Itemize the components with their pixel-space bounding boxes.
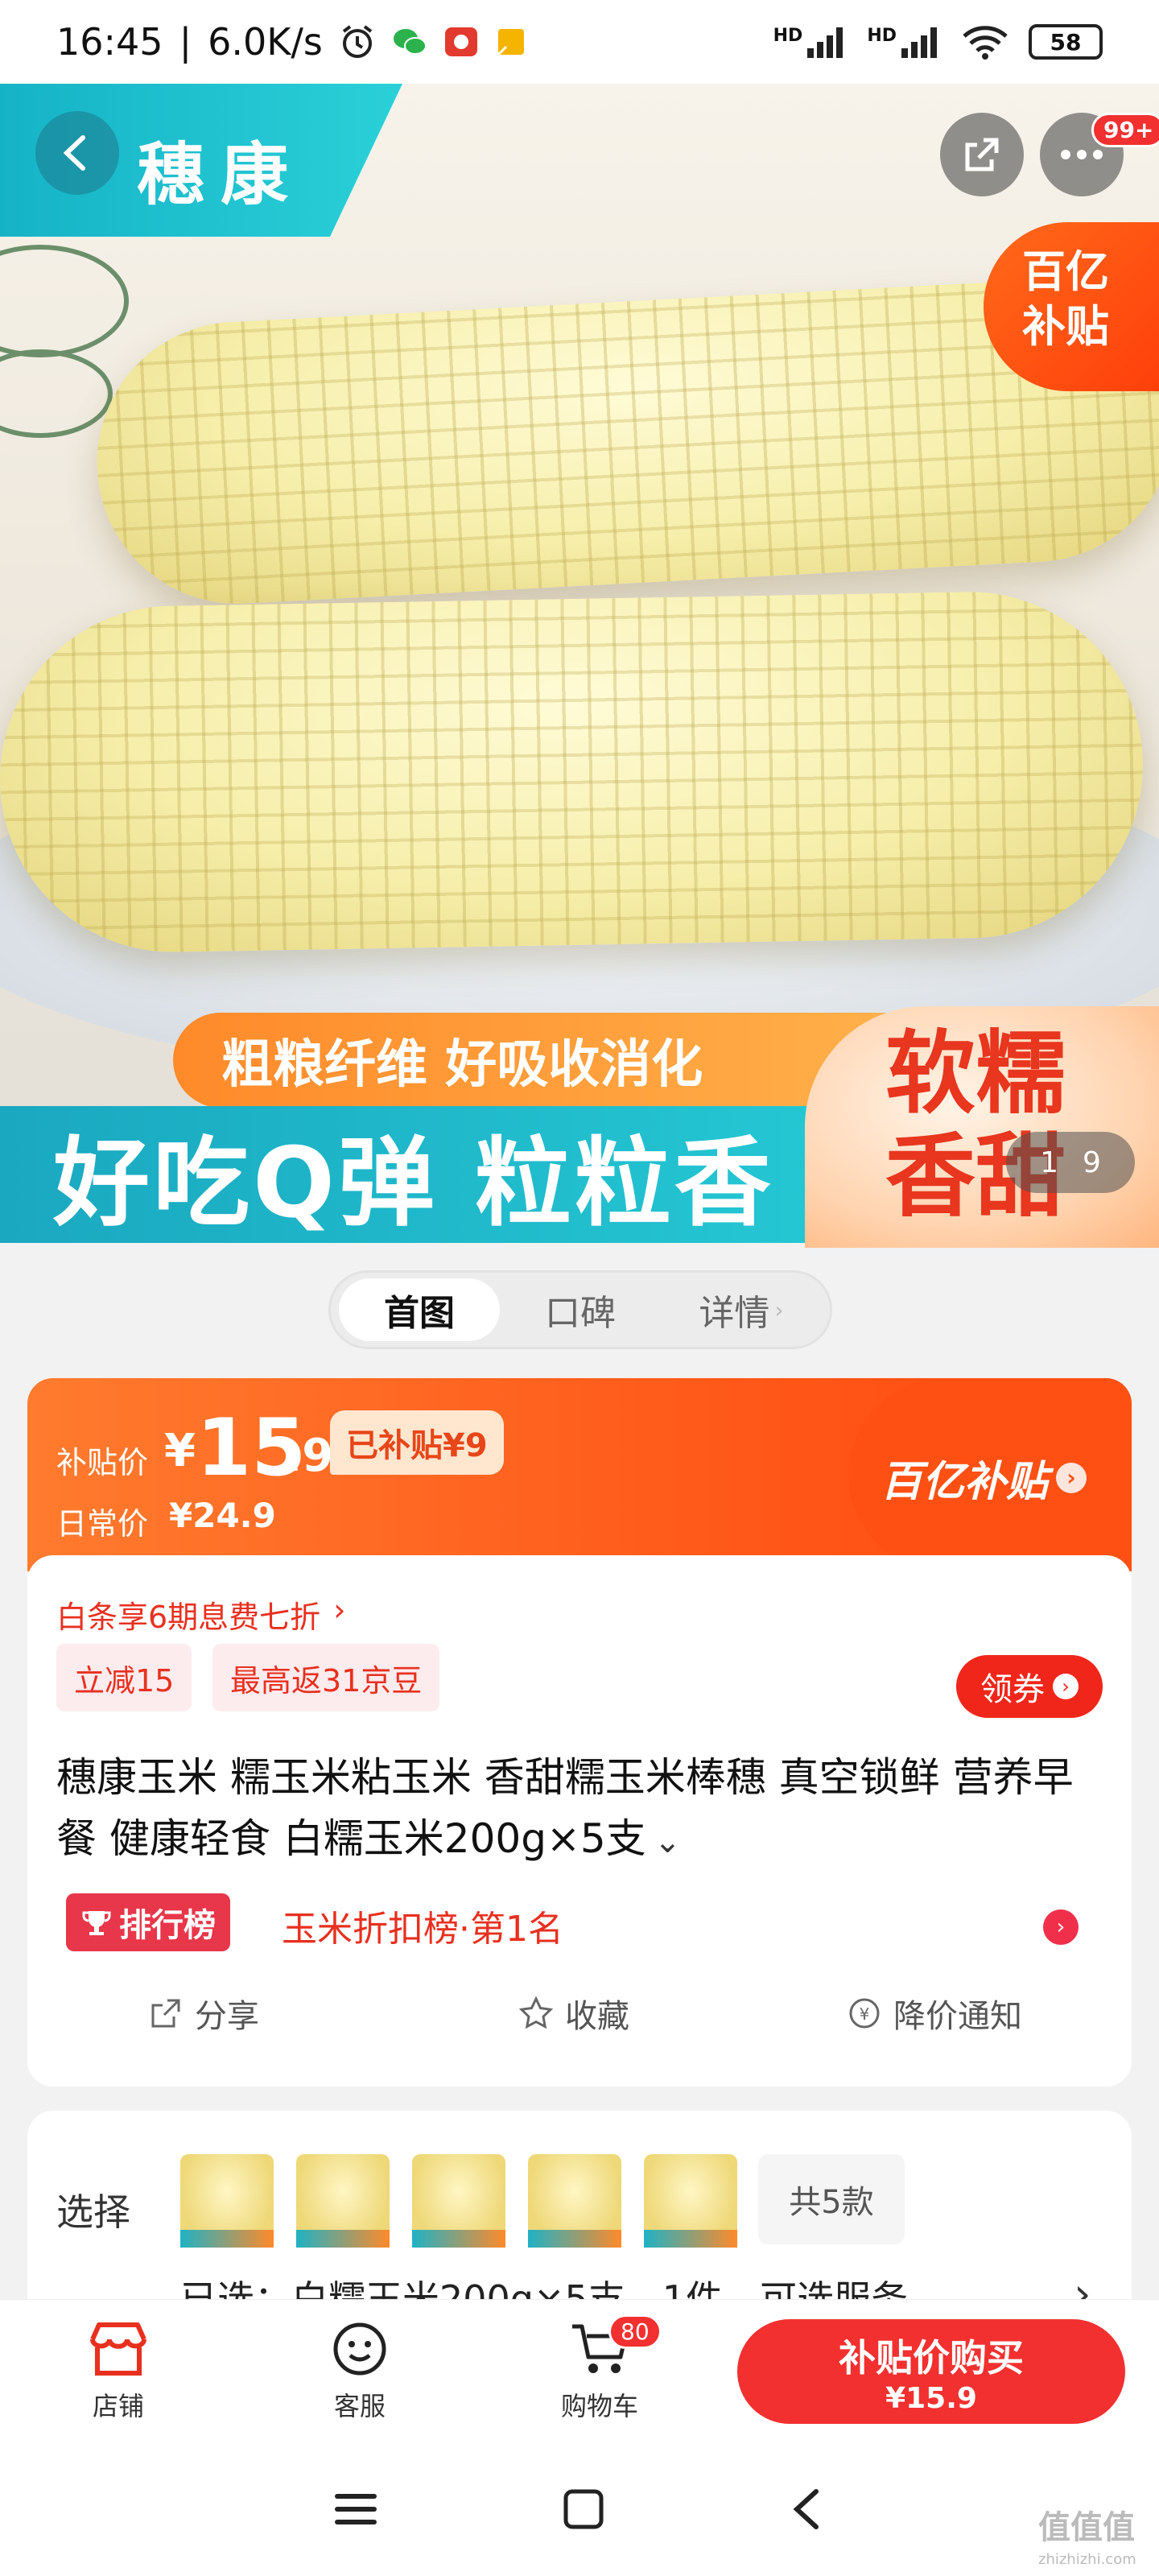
variant-thumbnail[interactable] bbox=[528, 2154, 621, 2248]
chevron-down-icon: ⌄ bbox=[654, 1823, 682, 1860]
wifi-icon bbox=[963, 26, 1008, 60]
product-title[interactable]: 穗康玉米 糯玉米粘玉米 香甜糯玉米棒穗 真空锁鲜 营养早餐 健康轻食 白糯玉米2… bbox=[56, 1747, 1111, 1872]
chevron-right-icon: › bbox=[1056, 1462, 1087, 1493]
chevron-right-icon: › bbox=[774, 1296, 784, 1323]
regular-price-label: 日常价 bbox=[56, 1506, 149, 1542]
signal-hd-1: HD bbox=[773, 26, 848, 58]
status-bar: 16:45 | 6.0K/s HD HD 58 bbox=[0, 0, 1159, 84]
back-button[interactable] bbox=[35, 111, 119, 195]
customer-service-button[interactable]: 客服 bbox=[291, 2300, 428, 2443]
get-coupon-button[interactable]: 领券 › bbox=[956, 1655, 1103, 1718]
back-arrow-icon bbox=[63, 135, 85, 171]
price-card: 补贴价 ¥ 15 .9 已补贴¥9 日常价 ¥24.9 百亿补贴 › 白条享6期… bbox=[27, 1378, 1132, 2087]
store-button[interactable]: 店铺 bbox=[50, 2300, 187, 2443]
regular-price: ¥24.9 bbox=[169, 1496, 276, 1535]
jingdou-chip: 最高返31京豆 bbox=[212, 1644, 440, 1711]
share-button[interactable] bbox=[940, 113, 1024, 196]
divider: | bbox=[179, 20, 192, 64]
favorite-action[interactable]: 收藏 bbox=[518, 1990, 629, 2037]
system-navigation-bar bbox=[0, 2442, 1159, 2576]
share-icon bbox=[151, 1999, 180, 2028]
signal-hd-2: HD bbox=[867, 26, 942, 58]
share-action[interactable]: 分享 bbox=[148, 1990, 259, 2037]
tab-details[interactable]: 详情 › bbox=[661, 1278, 822, 1341]
star-icon bbox=[518, 1996, 554, 2029]
slogan-main: 好吃Q弹 粒粒香 bbox=[0, 1106, 853, 1243]
home-icon[interactable] bbox=[561, 2487, 606, 2532]
watermark: 值值值 zhizhizhi.com bbox=[1038, 2509, 1136, 2568]
variant-thumbnail[interactable] bbox=[296, 2154, 390, 2248]
net-speed: 6.0K/s bbox=[208, 20, 323, 64]
alarm-icon bbox=[339, 23, 376, 60]
subsidy-amount-tag: 已补贴¥9 bbox=[330, 1410, 504, 1475]
share-icon bbox=[965, 138, 999, 171]
bottom-action-bar: 店铺 客服 购物车 80 补贴价购买 ¥15.9 bbox=[0, 2299, 1159, 2442]
price-decimal: .9 bbox=[285, 1430, 334, 1482]
variant-thumbnail[interactable] bbox=[180, 2154, 274, 2248]
tab-reviews[interactable]: 口碑 bbox=[500, 1278, 661, 1341]
variant-thumbnail[interactable] bbox=[412, 2154, 505, 2248]
price-alert-action[interactable]: ¥ 降价通知 bbox=[847, 1990, 1022, 2037]
ranking-text[interactable]: 玉米折扣榜·第1名 bbox=[282, 1900, 563, 1951]
subsidy-buy-button[interactable]: 补贴价购买 ¥15.9 bbox=[737, 2319, 1125, 2424]
slogan-banner: 粗粮纤维 好吸收消化 bbox=[173, 1013, 897, 1108]
section-tabs: 首图 口碑 详情 › bbox=[328, 1270, 832, 1349]
subsidy-price-label: 补贴价 bbox=[56, 1445, 149, 1480]
signal-icon bbox=[807, 27, 843, 58]
app-notification-icon bbox=[443, 26, 479, 58]
cart-button[interactable]: 购物车 80 bbox=[531, 2300, 668, 2443]
variant-thumbnail[interactable] bbox=[644, 2154, 737, 2248]
chevron-right-icon: › bbox=[333, 1592, 346, 1628]
price-currency: ¥ bbox=[164, 1425, 196, 1477]
clock: 16:45 bbox=[56, 20, 163, 64]
variant-count[interactable]: 共5款 bbox=[758, 2154, 905, 2244]
select-label: 选择 bbox=[56, 2190, 130, 2234]
chat-smile-icon bbox=[333, 2322, 386, 2376]
plant-decoration bbox=[0, 349, 113, 438]
tab-main-image[interactable]: 首图 bbox=[339, 1278, 500, 1341]
back-icon[interactable] bbox=[787, 2487, 827, 2532]
subsidy-badge: 百亿 补贴 bbox=[984, 222, 1159, 391]
ranking-badge: 排行榜 bbox=[66, 1893, 230, 1951]
image-pager: 1 9 bbox=[1006, 1132, 1135, 1193]
store-icon bbox=[90, 2322, 146, 2376]
price-alert-icon: ¥ bbox=[849, 1998, 880, 2029]
svg-text:¥: ¥ bbox=[860, 2004, 870, 2024]
more-dots-icon bbox=[1061, 150, 1103, 159]
menu-icon[interactable] bbox=[332, 2489, 380, 2529]
signal-icon bbox=[901, 27, 937, 58]
baitiao-offer[interactable]: 白条享6期息费七折 › bbox=[56, 1592, 345, 1637]
ranking-arrow-icon[interactable]: › bbox=[1043, 1909, 1079, 1945]
chevron-right-icon: › bbox=[1053, 1674, 1079, 1699]
wechat-icon bbox=[392, 26, 427, 58]
trophy-icon bbox=[82, 1911, 111, 1935]
brand-logo: 穗康 bbox=[137, 134, 305, 214]
discount-chip: 立减15 bbox=[56, 1644, 192, 1711]
subsidy-program-link[interactable]: 百亿补贴 › bbox=[881, 1447, 1087, 1508]
battery-icon: 58 bbox=[1029, 24, 1103, 60]
plant-decoration bbox=[0, 245, 129, 357]
message-count-badge: 99+ bbox=[1091, 113, 1159, 147]
soft-sweet-label: 软糯 香甜 bbox=[805, 1006, 1159, 1248]
cart-count-badge: 80 bbox=[608, 2314, 662, 2349]
message-icon bbox=[495, 26, 527, 58]
corn-cob bbox=[0, 588, 1146, 956]
